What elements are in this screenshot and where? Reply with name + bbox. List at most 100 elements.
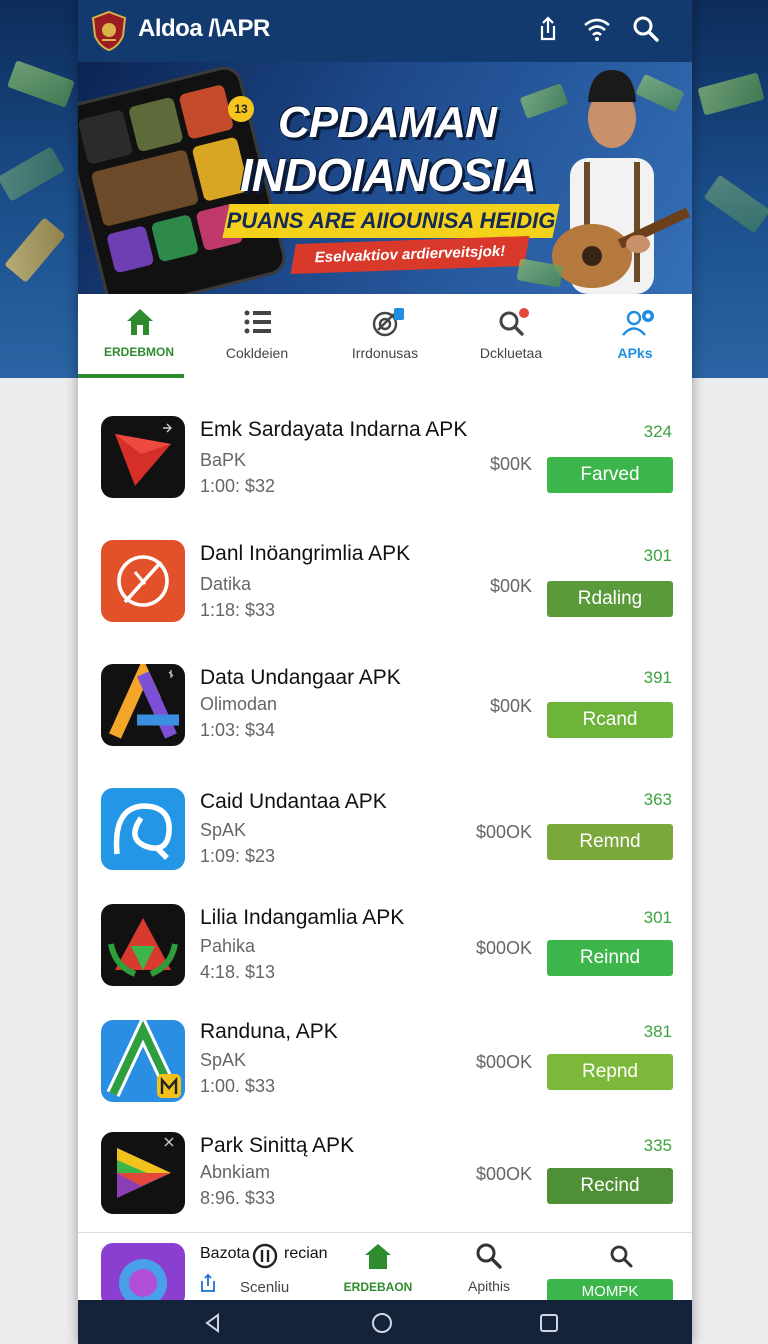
list-item[interactable]: Danl Inöangrimlia APK Datika 1:18: $33 $… — [78, 524, 692, 647]
tab-categories[interactable]: Cokldeien — [196, 294, 318, 378]
home-icon — [127, 309, 153, 335]
list-item[interactable]: Data Undangaar APK Olimodan 1:03: $34 $0… — [78, 646, 692, 773]
wifi-icon[interactable] — [582, 14, 612, 44]
app-price: $00K — [489, 454, 532, 474]
share-icon[interactable] — [533, 14, 563, 44]
app-price: $00OK — [475, 938, 532, 958]
app-meta: 8:96. $33 — [200, 1188, 276, 1208]
search-icon[interactable] — [631, 14, 661, 44]
download-icon — [201, 1273, 215, 1292]
banner-headline-1: CPDAMAN — [278, 98, 497, 147]
nav-item-home[interactable]: ERDEBAON — [340, 1241, 416, 1299]
back-icon[interactable] — [202, 1312, 224, 1334]
user-icon — [622, 310, 654, 336]
app-count: 335 — [643, 1136, 672, 1155]
letter-a-app-icon — [101, 664, 185, 746]
list-item[interactable]: Randuna, APK SpAK 1:00. $33 $00OK 381 Re… — [78, 1004, 692, 1119]
tab-label: Dckluetaa — [479, 345, 543, 361]
app-subtitle: Olimodan — [200, 694, 278, 714]
tab-search[interactable]: Dckluetaa — [450, 294, 572, 378]
play-triangle-app-icon — [101, 1132, 185, 1214]
category-tabs: ERDEBMON Cokldeien Irrdonusas Dckluetaa … — [78, 294, 692, 379]
home-circle-icon[interactable] — [370, 1311, 394, 1335]
list-item[interactable]: Park Sinittą APK Abnkiam 8:96. $33 $00OK… — [78, 1118, 692, 1233]
home-icon — [365, 1244, 391, 1269]
action-button[interactable]: Rcand — [547, 702, 673, 738]
nav-label: ERDEBAON — [343, 1280, 413, 1294]
app-count: 363 — [643, 790, 672, 809]
number-badge: 13 — [228, 96, 254, 122]
app-count: 301 — [643, 546, 672, 565]
tab-label: ERDEBMON — [103, 345, 174, 359]
target-icon — [372, 308, 404, 337]
app-count: 391 — [643, 668, 672, 687]
partial-app-subtitle: Scenliu — [240, 1279, 290, 1296]
shield-logo-icon — [91, 10, 127, 52]
app-meta: 1:03: $34 — [200, 720, 276, 740]
app-price: $00OK — [475, 1052, 532, 1072]
app-meta: 1:09: $23 — [200, 846, 276, 866]
system-navigation-bar — [78, 1300, 692, 1344]
app-title: Aldoa /\APR — [138, 15, 270, 42]
app-count: 301 — [643, 908, 672, 927]
partial-app-icon — [101, 1243, 185, 1307]
app-meta: 1:00. $33 — [200, 1076, 276, 1096]
partial-app-title-2: recian — [284, 1245, 328, 1262]
app-subtitle: Pahika — [200, 936, 256, 956]
list-item[interactable]: Caid Undantaa APK SpAK 1:09: $23 $00OK 3… — [78, 772, 692, 891]
search-icon — [476, 1243, 502, 1269]
tab-apks[interactable]: APks — [574, 294, 692, 378]
tab-home[interactable]: ERDEBMON — [78, 294, 200, 378]
list-item[interactable]: Lilia Indangamlia APK Pahika 4:18. $13 $… — [78, 890, 692, 1005]
app-meta: 1:18: $33 — [200, 600, 276, 620]
search-icon[interactable] — [608, 1243, 634, 1269]
laurel-triangle-app-icon — [101, 904, 185, 986]
app-price: $00OK — [475, 822, 532, 842]
partial-app-title: Bazota — [200, 1245, 250, 1262]
banner-strip-text: PUANS ARE AIIOUNISA HEIDIG — [226, 208, 556, 233]
app-title: Randuna, APK — [200, 1020, 338, 1043]
app-title: Park Sinittą APK — [200, 1134, 355, 1157]
list-item[interactable]: Emk Sardayata Indarna APK BaPK 1:00: $32… — [78, 378, 692, 525]
action-button[interactable]: Rdaling — [547, 581, 673, 617]
app-title: Danl Inöangrimlia APK — [200, 542, 411, 565]
app-count: 324 — [643, 422, 672, 441]
app-price: $00K — [489, 696, 532, 716]
loop-app-icon — [101, 788, 185, 870]
list-icon — [244, 310, 271, 334]
tab-label: Cokldeien — [225, 345, 289, 361]
action-button[interactable]: Farved — [547, 457, 673, 493]
bottom-nav: Bazota recian Scenliu ERDEBAON Apithis M… — [78, 1232, 692, 1307]
action-button[interactable]: Recind — [547, 1168, 673, 1204]
tab-label: Irrdonusas — [351, 345, 419, 361]
recents-square-icon[interactable] — [538, 1312, 560, 1334]
app-subtitle: BaPK — [200, 450, 247, 470]
app-subtitle: SpAK — [200, 820, 247, 840]
app-subtitle: SpAK — [200, 1050, 247, 1070]
action-button[interactable]: Reinnd — [547, 940, 673, 976]
app-title: Caid Undantaa APK — [200, 790, 387, 813]
banner-red-strip: Eselvaktiov ardierveitsjok! — [290, 235, 530, 275]
banner-tagline: Eselvaktiov ardierveitsjok! — [314, 242, 506, 267]
app-subtitle: Datika — [200, 574, 252, 594]
search-icon — [499, 308, 529, 336]
action-button[interactable]: Remnd — [547, 824, 673, 860]
app-window: Aldoa /\APR 13 CPDAMAN INDOIANOSIA PUANS… — [78, 0, 692, 1344]
app-title: Lilia Indangamlia APK — [200, 906, 405, 929]
banner-headline-2: INDOIANOSIA — [240, 149, 537, 201]
app-meta: 1:00: $32 — [200, 476, 276, 496]
app-count: 381 — [643, 1022, 672, 1041]
promo-banner[interactable]: 13 CPDAMAN INDOIANOSIA PUANS ARE AIIOUNI… — [78, 62, 692, 294]
nav-item-apps[interactable]: Apithis — [454, 1241, 524, 1299]
app-header: Aldoa /\APR — [78, 0, 692, 62]
app-title: Data Undangaar APK — [200, 666, 401, 689]
red-arrow-app-icon — [101, 416, 185, 498]
banner-yellow-strip: PUANS ARE AIIOUNISA HEIDIG — [222, 204, 560, 238]
action-button[interactable]: Repnd — [547, 1054, 673, 1090]
nav-label: Apithis — [467, 1278, 511, 1294]
tab-indonesia[interactable]: Irrdonusas — [324, 294, 446, 378]
app-title: Emk Sardayata Indarna APK — [200, 418, 468, 441]
tab-label: APks — [617, 345, 653, 361]
compass-app-icon — [101, 540, 185, 622]
app-subtitle: Abnkiam — [200, 1162, 271, 1182]
